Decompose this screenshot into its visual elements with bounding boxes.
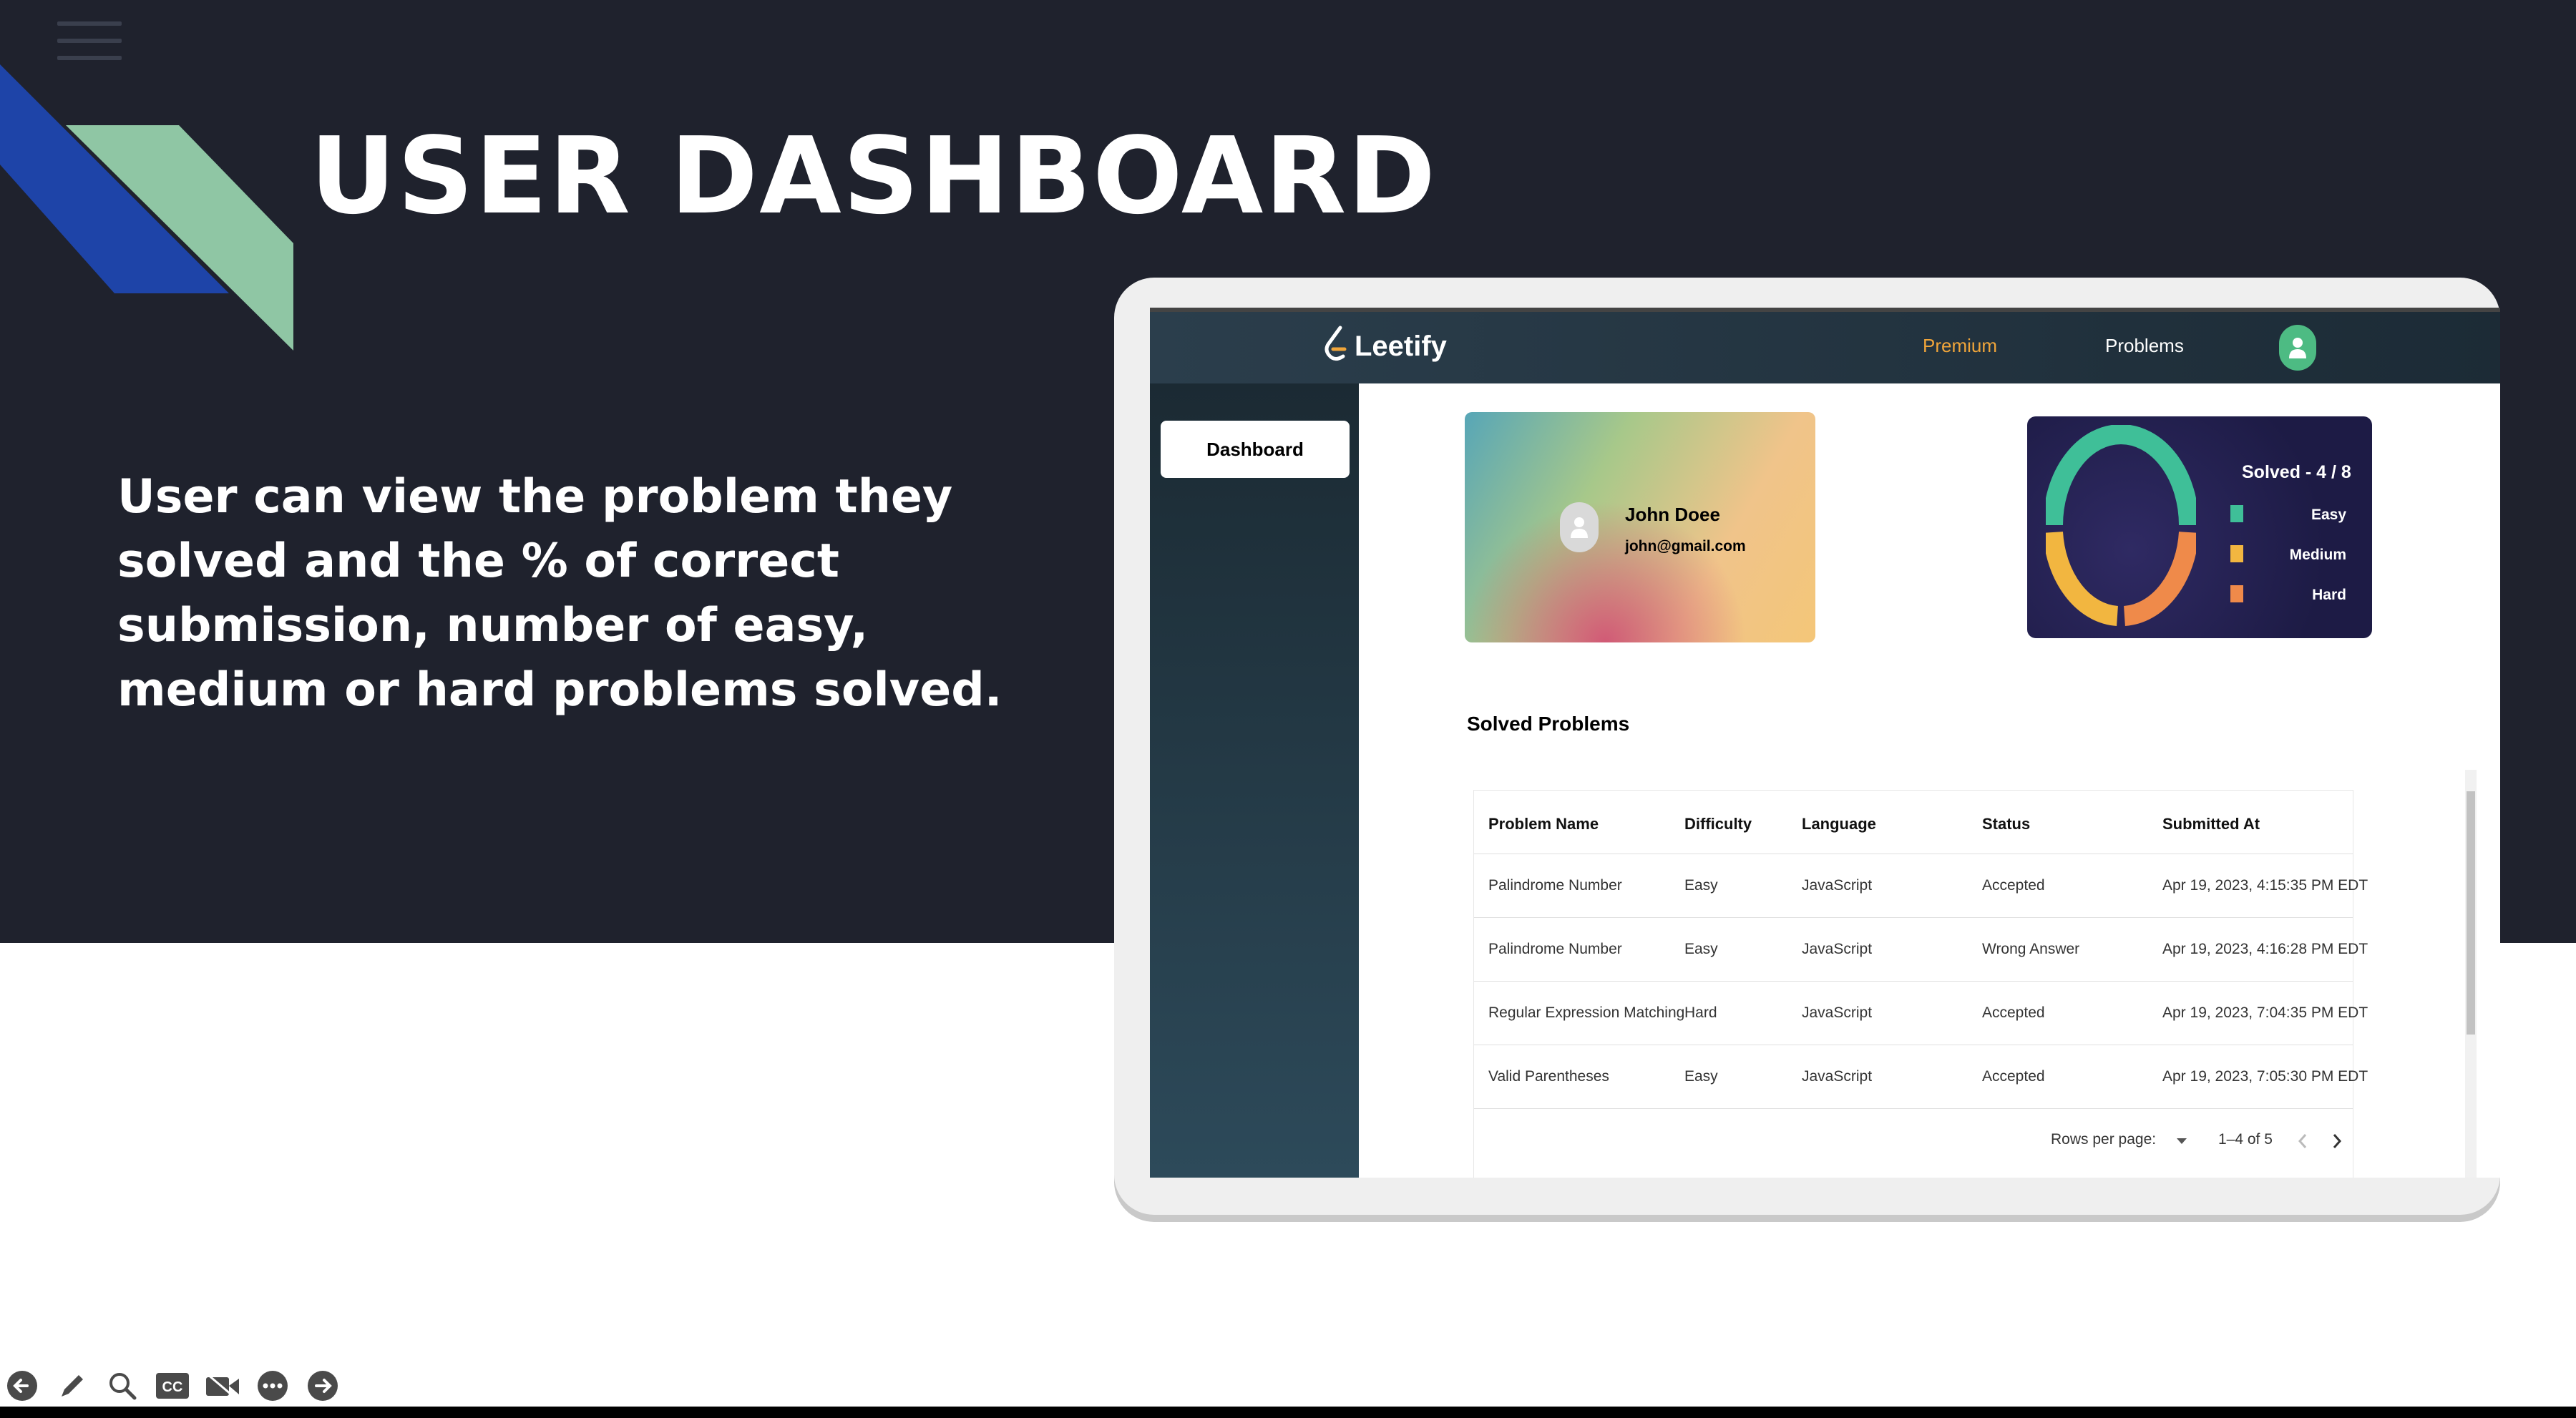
table-row[interactable]: Palindrome Number Easy JavaScript Wrong …: [1474, 918, 2368, 982]
table-scrollbar[interactable]: [2465, 770, 2477, 1178]
cell-submitted-at: Apr 19, 2023, 7:05:30 PM EDT: [2162, 1068, 2368, 1085]
sidebar: Dashboard: [1150, 383, 1359, 1178]
profile-name: John Doee: [1625, 504, 1720, 525]
forward-arrow-icon[interactable]: [305, 1368, 341, 1404]
bottom-border: [0, 1407, 2576, 1418]
table-header: Problem Name Difficulty Language Status …: [1474, 791, 2353, 854]
cell-difficulty: Easy: [1684, 1068, 1718, 1085]
cell-problem-name: Palindrome Number: [1488, 877, 1622, 894]
user-icon: [2289, 338, 2306, 358]
column-header-problem-name[interactable]: Problem Name: [1488, 815, 1599, 833]
table-row[interactable]: Regular Expression Matching Hard JavaScr…: [1474, 982, 2368, 1045]
sidebar-item-dashboard[interactable]: Dashboard: [1161, 421, 1350, 478]
zoom-icon[interactable]: [104, 1368, 140, 1404]
previous-page-icon[interactable]: [2297, 1133, 2308, 1150]
cell-language: JavaScript: [1802, 877, 1873, 894]
menu-icon[interactable]: [57, 21, 122, 64]
slide-title: USER DASHBOARD: [310, 114, 1438, 238]
profile-avatar: [1560, 502, 1599, 552]
table-row[interactable]: Valid Parentheses Easy JavaScript Accept…: [1474, 1045, 2368, 1109]
svg-text:CC: CC: [162, 1379, 183, 1395]
back-arrow-icon[interactable]: [4, 1368, 40, 1404]
user-icon: [1571, 517, 1588, 538]
video-off-icon[interactable]: [205, 1368, 240, 1404]
solved-problems-table: Problem Name Difficulty Language Status …: [1473, 790, 2368, 1178]
donut-segment-easy: [2046, 425, 2196, 526]
cell-problem-name: Regular Expression Matching: [1488, 1004, 1685, 1021]
cell-submitted-at: Apr 19, 2023, 7:04:35 PM EDT: [2162, 1004, 2368, 1021]
column-header-status[interactable]: Status: [1982, 815, 2030, 833]
nav-problems-link[interactable]: Problems: [2105, 335, 2184, 357]
cell-status: Wrong Answer: [1982, 941, 2080, 957]
legend-label-easy: Easy: [2311, 507, 2346, 523]
cell-problem-name: Palindrome Number: [1488, 941, 1622, 957]
cell-problem-name: Valid Parentheses: [1488, 1068, 1609, 1085]
profile-email: john@gmail.com: [1625, 538, 1746, 554]
cell-status: Accepted: [1982, 1004, 2045, 1021]
decorative-stripes: [0, 64, 293, 351]
cell-difficulty: Easy: [1684, 941, 1718, 957]
solved-stats-card: Solved - 4 / 8 Easy Medium Hard: [2027, 416, 2372, 638]
next-page-icon[interactable]: [2331, 1133, 2343, 1150]
more-options-icon[interactable]: [255, 1368, 291, 1404]
brand-name: Leetify: [1355, 330, 1447, 362]
legend-label-hard: Hard: [2312, 587, 2346, 603]
cell-submitted-at: Apr 19, 2023, 4:15:35 PM EDT: [2162, 877, 2368, 894]
rows-per-page-label: Rows per page:: [2051, 1131, 2157, 1148]
table-pagination: Rows per page: 1–4 of 5: [1474, 1108, 2353, 1171]
pen-icon[interactable]: [54, 1368, 90, 1404]
cell-language: JavaScript: [1802, 941, 1873, 957]
leetify-logo-icon: [1324, 326, 1347, 361]
cell-language: JavaScript: [1802, 1068, 1873, 1085]
page-range-label: 1–4 of 5: [2218, 1131, 2273, 1148]
legend-swatch-easy: [2230, 505, 2243, 522]
legend-swatch-hard: [2230, 585, 2243, 602]
difficulty-donut-chart: [2046, 425, 2196, 626]
app-logo[interactable]: Leetify: [1322, 325, 1447, 368]
cell-difficulty: Easy: [1684, 877, 1718, 894]
cell-language: JavaScript: [1802, 1004, 1873, 1021]
scrollbar-thumb[interactable]: [2467, 791, 2475, 1035]
closed-captions-icon[interactable]: CC: [155, 1368, 190, 1404]
cell-status: Accepted: [1982, 877, 2045, 894]
nav-premium-link[interactable]: Premium: [1923, 335, 1997, 357]
legend-swatch-medium: [2230, 545, 2243, 562]
table-row[interactable]: Palindrome Number Easy JavaScript Accept…: [1474, 854, 2368, 918]
presentation-toolbar: CC: [4, 1368, 355, 1404]
user-avatar-button[interactable]: [2279, 325, 2316, 371]
donut-segment-hard: [2123, 531, 2196, 626]
cell-submitted-at: Apr 19, 2023, 4:16:28 PM EDT: [2162, 941, 2368, 957]
legend-label-medium: Medium: [2289, 547, 2346, 563]
column-header-submitted-at[interactable]: Submitted At: [2162, 815, 2260, 833]
slide-description: User can view the problem they solved an…: [117, 470, 1002, 717]
solved-count-label: Solved - 4 / 8: [2242, 462, 2351, 482]
solved-problems-title: Solved Problems: [1467, 713, 1630, 735]
app-header: Leetify Premium Problems: [1150, 312, 2500, 383]
app-screen: Leetify Premium Problems Dashboard John …: [1150, 308, 2500, 1178]
profile-card: John Doee john@gmail.com: [1465, 412, 1815, 642]
donut-segment-medium: [2046, 531, 2119, 626]
column-header-language[interactable]: Language: [1802, 815, 1876, 833]
cell-status: Accepted: [1982, 1068, 2045, 1085]
column-header-difficulty[interactable]: Difficulty: [1684, 815, 1752, 833]
cell-difficulty: Hard: [1684, 1004, 1717, 1021]
rows-per-page-dropdown-icon[interactable]: [2175, 1137, 2188, 1145]
